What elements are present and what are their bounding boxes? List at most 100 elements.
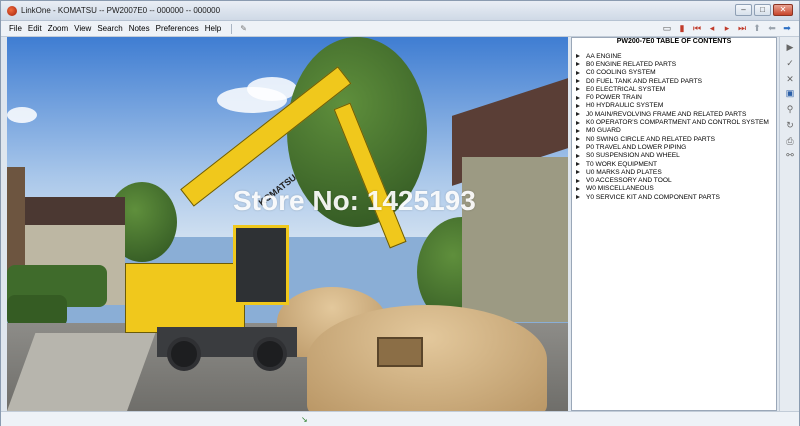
toc-item-label[interactable]: S0 SUSPENSION AND WHEEL <box>586 152 680 159</box>
toc-item-label[interactable]: V0 ACCESSORY AND TOOL <box>586 177 672 184</box>
menu-bar: File Edit Zoom View Search Notes Prefere… <box>1 21 799 37</box>
toc-item-label[interactable]: C0 COOLING SYSTEM <box>586 69 656 76</box>
toc-item[interactable]: U0 MARKS AND PLATES <box>576 168 774 176</box>
excavator-bucket <box>377 337 423 367</box>
toc-item[interactable]: N0 SWING CIRCLE AND RELATED PARTS <box>576 135 774 143</box>
toc-item-label[interactable]: K0 OPERATOR'S COMPARTMENT AND CONTROL SY… <box>586 119 769 126</box>
toc-item[interactable]: C0 COOLING SYSTEM <box>576 69 774 77</box>
toc-item-label[interactable]: N0 SWING CIRCLE AND RELATED PARTS <box>586 136 715 143</box>
expand-arrow-icon[interactable] <box>576 70 580 75</box>
toc-item[interactable]: E0 ELECTRICAL SYSTEM <box>576 85 774 93</box>
toc-item-label[interactable]: P0 TRAVEL AND LOWER PIPING <box>586 144 686 151</box>
toc-item-label[interactable]: Y0 SERVICE KIT AND COMPONENT PARTS <box>586 194 720 201</box>
expand-arrow-icon[interactable] <box>576 112 580 117</box>
first-icon[interactable]: ⏮ <box>691 22 703 34</box>
house <box>462 157 568 322</box>
minimize-button[interactable]: – <box>735 4 752 16</box>
expand-arrow-icon[interactable] <box>576 162 580 166</box>
toc-item-label[interactable]: AA ENGINE <box>586 53 622 60</box>
expand-arrow-icon[interactable] <box>576 137 580 142</box>
table-of-contents-panel: PW200-7E0 TABLE OF CONTENTS AA ENGINE B0… <box>571 37 777 411</box>
expand-arrow-icon[interactable] <box>576 62 580 67</box>
prev-icon[interactable]: ◂ <box>706 22 718 34</box>
toc-item-label[interactable]: T0 WORK EQUIPMENT <box>586 161 657 168</box>
toc-item-label[interactable]: F0 POWER TRAIN <box>586 94 642 101</box>
toc-item[interactable]: T0 WORK EQUIPMENT <box>576 160 774 168</box>
menu-edit[interactable]: Edit <box>28 24 42 34</box>
toc-item[interactable]: P0 TRAVEL AND LOWER PIPING <box>576 143 774 151</box>
menu-help[interactable]: Help <box>205 24 221 34</box>
house-roof <box>15 197 125 227</box>
toc-item[interactable]: W0 MISCELLANEOUS <box>576 185 774 193</box>
expand-arrow-icon[interactable] <box>576 120 580 125</box>
toc-item-label[interactable]: W0 MISCELLANEOUS <box>586 185 654 192</box>
status-arrow-icon: ↘ <box>301 415 308 424</box>
expand-arrow-icon[interactable] <box>576 54 580 59</box>
check-icon[interactable]: ✓ <box>784 57 796 69</box>
page-icon[interactable]: ▭ <box>661 22 673 34</box>
close-icon[interactable]: ✕ <box>784 73 796 85</box>
up-icon[interactable]: ⬆ <box>751 22 763 34</box>
note-icon[interactable]: ▣ <box>784 87 796 99</box>
toc-list: AA ENGINE B0 ENGINE RELATED PARTS C0 COO… <box>576 52 774 201</box>
last-icon[interactable]: ⏭ <box>736 22 748 34</box>
link-icon[interactable]: ⚲ <box>784 103 796 115</box>
menu-view[interactable]: View <box>74 24 91 34</box>
binoculars-icon[interactable]: ⚯ <box>784 149 796 161</box>
menu-preferences[interactable]: Preferences <box>156 24 199 34</box>
expand-arrow-icon[interactable] <box>576 79 580 84</box>
maximize-button[interactable]: □ <box>754 4 771 16</box>
close-button[interactable]: ✕ <box>773 4 793 16</box>
toc-item[interactable]: Y0 SERVICE KIT AND COMPONENT PARTS <box>576 193 774 201</box>
toc-item[interactable]: J0 MAIN/REVOLVING FRAME AND RELATED PART… <box>576 110 774 118</box>
toc-item[interactable]: V0 ACCESSORY AND TOOL <box>576 176 774 184</box>
toc-item[interactable]: B0 ENGINE RELATED PARTS <box>576 60 774 68</box>
cloud <box>7 107 37 123</box>
expand-arrow-icon[interactable] <box>576 87 580 92</box>
toolbar: ▭ ▮ ⏮ ◂ ▸ ⏭ ⬆ ⬅ ➡ <box>661 22 793 34</box>
expand-arrow-icon[interactable] <box>576 128 580 133</box>
menu-zoom[interactable]: Zoom <box>48 24 68 34</box>
play-icon[interactable]: ▶ <box>784 41 796 53</box>
next-icon[interactable]: ▸ <box>721 22 733 34</box>
expand-arrow-icon[interactable] <box>576 103 580 108</box>
toc-item[interactable]: H0 HYDRAULIC SYSTEM <box>576 102 774 110</box>
toc-item-label[interactable]: D0 FUEL TANK AND RELATED PARTS <box>586 78 702 85</box>
toc-item-label[interactable]: B0 ENGINE RELATED PARTS <box>586 61 676 68</box>
menu-search[interactable]: Search <box>97 24 122 34</box>
menu-separator <box>231 24 233 34</box>
window-title: LinkOne - KOMATSU -- PW2007E0 -- 000000 … <box>21 6 221 15</box>
back-icon[interactable]: ⬅ <box>766 22 778 34</box>
expand-arrow-icon[interactable] <box>576 195 580 200</box>
menu-notes[interactable]: Notes <box>129 24 150 34</box>
toc-item[interactable]: AA ENGINE <box>576 52 774 60</box>
cloud <box>247 77 297 101</box>
toc-item[interactable]: K0 OPERATOR'S COMPARTMENT AND CONTROL SY… <box>576 118 774 126</box>
expand-arrow-icon[interactable] <box>576 178 580 183</box>
pin-icon[interactable]: ✎ <box>240 24 247 34</box>
forward-icon[interactable]: ➡ <box>781 22 793 34</box>
print-icon[interactable]: ⎙ <box>784 135 796 147</box>
toc-item[interactable]: F0 POWER TRAIN <box>576 93 774 101</box>
toc-item[interactable]: D0 FUEL TANK AND RELATED PARTS <box>576 77 774 85</box>
refresh-icon[interactable]: ↻ <box>784 119 796 131</box>
sand-pile <box>307 305 547 411</box>
toc-item-label[interactable]: J0 MAIN/REVOLVING FRAME AND RELATED PART… <box>586 111 746 118</box>
window-controls: – □ ✕ <box>735 4 793 16</box>
title-bar: LinkOne - KOMATSU -- PW2007E0 -- 000000 … <box>1 1 799 21</box>
toc-item[interactable]: S0 SUSPENSION AND WHEEL <box>576 152 774 160</box>
toc-item-label[interactable]: U0 MARKS AND PLATES <box>586 169 662 176</box>
toc-item[interactable]: M0 GUARD <box>576 127 774 135</box>
toc-item-label[interactable]: M0 GUARD <box>586 127 621 134</box>
expand-arrow-icon[interactable] <box>576 186 580 191</box>
toc-item-label[interactable]: E0 ELECTRICAL SYSTEM <box>586 86 665 93</box>
menu-file[interactable]: File <box>9 24 22 34</box>
expand-arrow-icon[interactable] <box>576 95 580 100</box>
expand-arrow-icon[interactable] <box>576 153 580 158</box>
expand-arrow-icon[interactable] <box>576 145 580 150</box>
status-bar: ↘ <box>1 411 799 426</box>
excavator-cab <box>233 225 289 305</box>
bookmark-icon[interactable]: ▮ <box>676 22 688 34</box>
expand-arrow-icon[interactable] <box>576 170 580 175</box>
toc-item-label[interactable]: H0 HYDRAULIC SYSTEM <box>586 102 663 109</box>
